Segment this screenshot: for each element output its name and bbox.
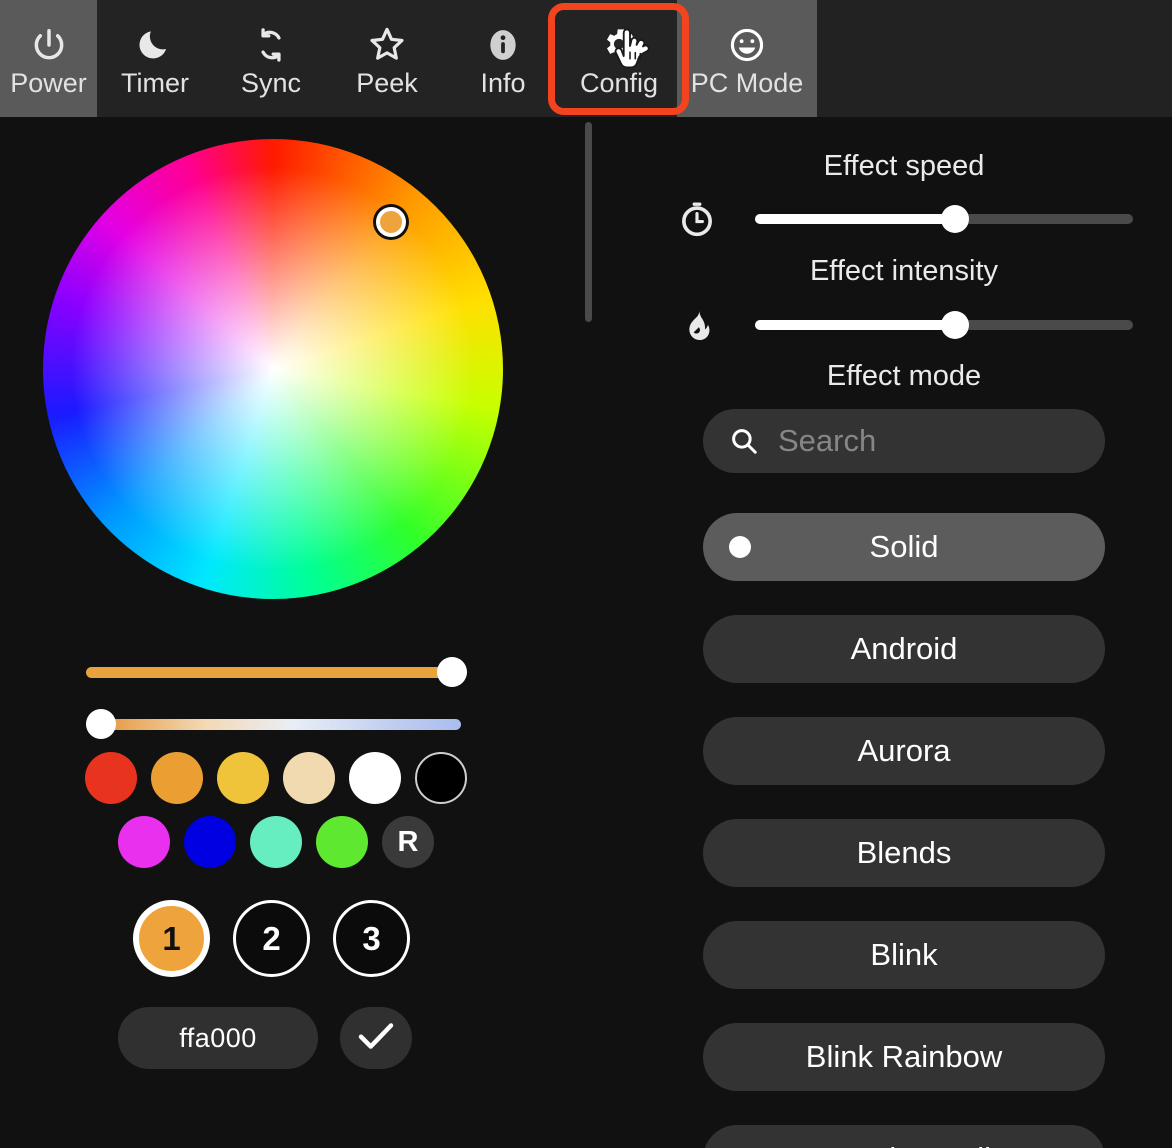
swatch-blue[interactable]	[184, 816, 236, 868]
toolbar-empty-area	[817, 0, 1172, 117]
effect-speed-slider[interactable]	[755, 205, 1133, 233]
color-temperature-slider-track	[86, 719, 461, 730]
toolbar-button-timer[interactable]: Timer	[97, 0, 213, 117]
vertical-scrollbar[interactable]	[585, 122, 592, 322]
toolbar-label-config: Config	[580, 70, 658, 97]
hex-confirm-button[interactable]	[340, 1007, 412, 1069]
stopwatch-icon	[674, 200, 720, 238]
toolbar-label-peek: Peek	[356, 70, 418, 97]
top-toolbar: Power Timer Sync P	[0, 0, 1172, 117]
effect-speed-knob[interactable]	[941, 205, 969, 233]
effect-mode-label: Solid	[870, 529, 939, 565]
effect-speed-label: Effect speed	[703, 150, 1105, 183]
color-picker-panel: R 1 2 3 ffa000	[0, 117, 585, 1148]
brightness-slider-knob[interactable]	[437, 657, 467, 687]
effect-mode-label: Aurora	[857, 733, 950, 769]
toolbar-label-info: Info	[480, 70, 525, 97]
effects-panel: Effect speed Effect intensity	[660, 117, 1172, 1148]
toolbar-button-info[interactable]: Info	[445, 0, 561, 117]
effect-mode-blink[interactable]: Blink	[703, 921, 1105, 989]
toolbar-label-pc-mode: PC Mode	[691, 70, 804, 97]
effect-intensity-slider[interactable]	[755, 311, 1133, 339]
toolbar-button-power[interactable]: Power	[0, 0, 97, 117]
color-wheel-marker[interactable]	[376, 207, 406, 237]
toolbar-label-power: Power	[10, 70, 87, 97]
color-wheel-gradient[interactable]	[43, 139, 503, 599]
check-icon	[358, 1022, 394, 1055]
sync-icon	[252, 20, 290, 64]
effect-mode-label: Blink	[870, 937, 937, 973]
effect-intensity-fill	[755, 320, 955, 330]
effect-speed-fill	[755, 214, 955, 224]
effect-mode-blink-rainbow[interactable]: Blink Rainbow	[703, 1023, 1105, 1091]
moon-icon	[136, 20, 174, 64]
color-slot-3[interactable]: 3	[333, 900, 410, 977]
effect-mode-label: Android	[851, 631, 958, 667]
toolbar-button-sync[interactable]: Sync	[213, 0, 329, 117]
color-slot-row: 1 2 3	[133, 900, 410, 977]
hex-color-input[interactable]: ffa000	[118, 1007, 318, 1069]
effect-mode-bouncing-balls[interactable]: Bouncing Balls	[703, 1125, 1105, 1148]
brightness-slider[interactable]	[86, 657, 467, 687]
swatch-gold[interactable]	[217, 752, 269, 804]
hex-input-row: ffa000	[118, 1007, 412, 1069]
swatch-red[interactable]	[85, 752, 137, 804]
effect-intensity-label: Effect intensity	[703, 255, 1105, 288]
color-swatch-row-primary	[85, 752, 467, 804]
swatch-white[interactable]	[349, 752, 401, 804]
flame-icon	[674, 306, 720, 344]
effect-mode-list: Solid Android Aurora Blends Blink Blink …	[703, 513, 1105, 1148]
brightness-slider-track	[86, 667, 467, 678]
effect-mode-label: Blends	[857, 835, 952, 871]
effect-mode-label: Effect mode	[703, 360, 1105, 393]
effect-intensity-knob[interactable]	[941, 311, 969, 339]
toolbar-button-pc-mode[interactable]: PC Mode	[677, 0, 817, 117]
swatch-orange[interactable]	[151, 752, 203, 804]
app-root: Power Timer Sync P	[0, 0, 1172, 1148]
power-icon	[30, 20, 68, 64]
smiley-icon	[728, 20, 766, 64]
effect-intensity-row	[674, 306, 1133, 344]
effect-mode-aurora[interactable]: Aurora	[703, 717, 1105, 785]
swatch-peach[interactable]	[283, 752, 335, 804]
swatch-aquamarine[interactable]	[250, 816, 302, 868]
swatch-random-button[interactable]: R	[382, 816, 434, 868]
effect-mode-blends[interactable]: Blends	[703, 819, 1105, 887]
effect-mode-android[interactable]: Android	[703, 615, 1105, 683]
gear-icon	[599, 20, 639, 64]
selected-dot-icon	[729, 536, 751, 558]
color-swatch-row-secondary: R	[118, 816, 434, 868]
color-temperature-slider-knob[interactable]	[86, 709, 116, 739]
swatch-black[interactable]	[415, 752, 467, 804]
color-slot-2[interactable]: 2	[233, 900, 310, 977]
toolbar-label-timer: Timer	[121, 70, 189, 97]
toolbar-button-config[interactable]: Config	[561, 0, 677, 117]
info-icon	[484, 20, 522, 64]
color-temperature-slider[interactable]	[86, 709, 461, 739]
search-icon	[729, 426, 759, 456]
effect-search-box[interactable]	[703, 409, 1105, 473]
toolbar-label-sync: Sync	[241, 70, 301, 97]
effect-mode-solid[interactable]: Solid	[703, 513, 1105, 581]
swatch-green[interactable]	[316, 816, 368, 868]
effect-speed-row	[674, 200, 1133, 238]
color-wheel[interactable]	[43, 139, 503, 599]
swatch-magenta[interactable]	[118, 816, 170, 868]
effect-mode-label: Blink Rainbow	[806, 1039, 1002, 1075]
effect-search-input[interactable]	[778, 423, 1172, 459]
effect-mode-label: Bouncing Balls	[801, 1141, 1006, 1148]
toolbar-button-peek[interactable]: Peek	[329, 0, 445, 117]
color-slot-1[interactable]: 1	[133, 900, 210, 977]
star-icon	[367, 20, 407, 64]
